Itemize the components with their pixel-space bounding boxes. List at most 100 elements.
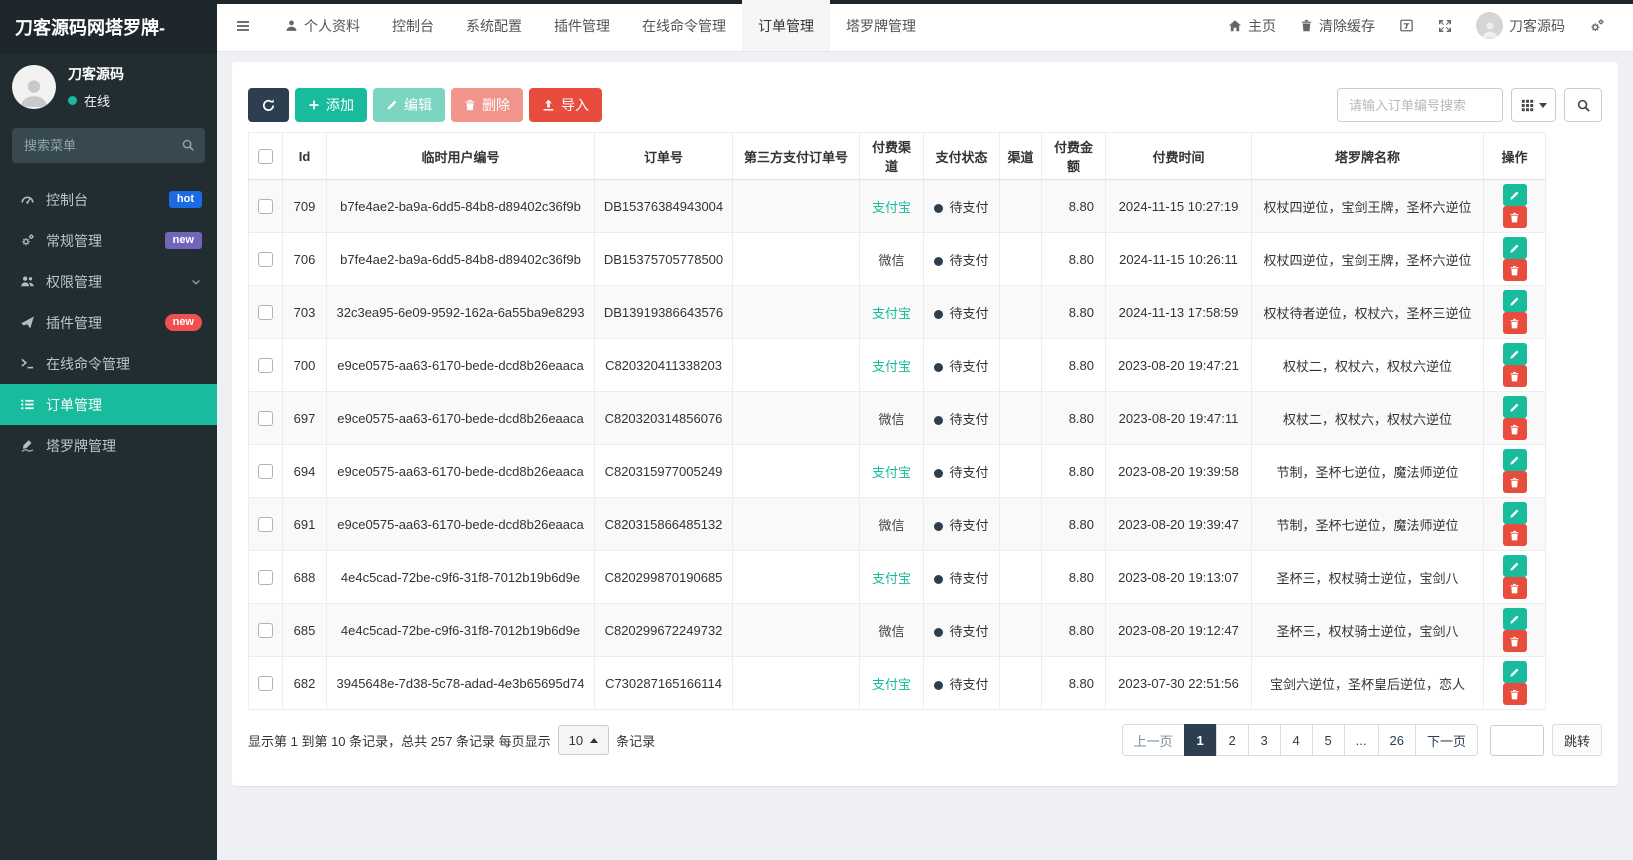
home-icon [1228, 19, 1242, 33]
nav-tab-plugins[interactable]: 插件管理 [538, 0, 626, 51]
row-edit-button[interactable] [1502, 502, 1527, 524]
column-header[interactable]: 订单号 [594, 132, 733, 180]
sidebar-item-tarot[interactable]: 塔罗牌管理 [0, 425, 217, 466]
order-search-input[interactable] [1337, 88, 1503, 122]
page-size-dropdown[interactable]: 10 [557, 725, 610, 755]
column-header[interactable]: 渠道 [999, 132, 1042, 180]
row-checkbox[interactable] [258, 252, 273, 268]
grid-icon [1521, 99, 1534, 112]
row-edit-button[interactable] [1502, 555, 1527, 577]
row-edit-button[interactable] [1502, 184, 1527, 206]
column-header[interactable]: 支付状态 [923, 132, 1000, 180]
add-button[interactable]: 添加 [295, 88, 367, 122]
fullscreen-button[interactable] [1426, 19, 1464, 33]
column-header[interactable]: 付费金额 [1041, 132, 1106, 180]
nav-tab-orders[interactable]: 订单管理 [742, 0, 830, 51]
row-delete-button[interactable] [1502, 365, 1527, 387]
row-delete-button[interactable] [1502, 418, 1527, 440]
column-header[interactable]: 操作 [1483, 132, 1546, 180]
row-delete-button[interactable] [1502, 471, 1527, 493]
row-delete-button[interactable] [1502, 577, 1527, 599]
page-button-2[interactable]: 2 [1215, 724, 1249, 756]
settings-button[interactable] [1577, 18, 1617, 34]
column-header[interactable]: Id [282, 132, 327, 180]
row-edit-button[interactable] [1502, 661, 1527, 683]
page-button-1[interactable]: 1 [1183, 724, 1217, 756]
prev-page-button[interactable]: 上一页 [1121, 724, 1185, 756]
nav-tab-tarot[interactable]: 塔罗牌管理 [830, 0, 932, 51]
row-edit-button[interactable] [1502, 290, 1527, 312]
page-button-4[interactable]: 4 [1279, 724, 1313, 756]
menu-search-input[interactable] [12, 128, 205, 163]
next-page-button[interactable]: 下一页 [1414, 724, 1478, 756]
column-header[interactable]: 付费时间 [1105, 132, 1252, 180]
row-delete-button[interactable] [1502, 206, 1527, 228]
column-header[interactable]: 塔罗牌名称 [1251, 132, 1484, 180]
row-checkbox[interactable] [258, 358, 273, 374]
row-checkbox[interactable] [258, 676, 273, 692]
row-delete-button[interactable] [1502, 524, 1527, 546]
row-edit-button[interactable] [1502, 396, 1527, 418]
jump-button[interactable]: 跳转 [1551, 724, 1602, 756]
row-delete-button[interactable] [1502, 259, 1527, 281]
page-button-26[interactable]: 26 [1377, 724, 1416, 756]
cell-third-party-no [732, 656, 860, 710]
sidebar-item-permissions[interactable]: 权限管理 [0, 261, 217, 302]
columns-dropdown-button[interactable] [1511, 88, 1556, 122]
page-button-...[interactable]: ... [1343, 724, 1379, 756]
row-edit-button[interactable] [1502, 343, 1527, 365]
row-checkbox[interactable] [258, 199, 273, 215]
cell-pay-channel: 支付宝 [871, 358, 911, 374]
row-checkbox[interactable] [258, 570, 273, 586]
refresh-button[interactable] [248, 88, 289, 122]
row-edit-button[interactable] [1502, 449, 1527, 471]
row-delete-button[interactable] [1502, 312, 1527, 334]
sidebar-item-orders[interactable]: 订单管理 [0, 384, 217, 425]
row-checkbox[interactable] [258, 464, 273, 480]
clear-cache-button[interactable]: 清除缓存 [1288, 16, 1387, 36]
column-header[interactable]: 第三方支付订单号 [732, 132, 860, 180]
cell-tarot-names: 圣杯三，权杖骑士逆位，宝剑八 [1251, 550, 1484, 604]
cell-order-no: DB15376384943004 [594, 179, 733, 233]
hamburger-icon [235, 18, 251, 34]
row-checkbox[interactable] [258, 411, 273, 427]
row-delete-button[interactable] [1502, 630, 1527, 652]
table-row: 685 4e4c5cad-72be-c9f6-31f8-7012b19b6d9e… [248, 603, 1546, 657]
sidebar-item-general[interactable]: 常规管理 new [0, 220, 217, 261]
import-button[interactable]: 导入 [529, 88, 602, 122]
jump-page-input[interactable] [1489, 724, 1544, 756]
column-header[interactable]: 临时用户编号 [326, 132, 595, 180]
nav-tab-profile[interactable]: 个人资料 [269, 0, 376, 51]
sidebar-item-plugins[interactable]: 插件管理 new [0, 302, 217, 343]
sidebar-toggle-button[interactable] [217, 0, 269, 51]
nav-tab-system-config[interactable]: 系统配置 [450, 0, 538, 51]
table-row: 706 b7fe4ae2-ba9a-6dd5-84b8-d89402c36f9b… [248, 232, 1546, 286]
cell-tarot-names: 权杖二，权杖六，权杖六逆位 [1251, 338, 1484, 392]
cell-sub-channel [999, 285, 1042, 339]
cell-sub-channel [999, 497, 1042, 551]
row-edit-button[interactable] [1502, 237, 1527, 259]
language-button[interactable] [1387, 18, 1426, 33]
row-checkbox[interactable] [258, 517, 273, 533]
status-dot-icon [934, 415, 944, 425]
home-link[interactable]: 主页 [1216, 16, 1288, 36]
table-row: 697 e9ce0575-aa63-6170-bede-dcd8b26eaaca… [248, 391, 1546, 445]
pencil-icon [1509, 455, 1520, 466]
nav-tab-commands[interactable]: 在线命令管理 [626, 0, 742, 51]
row-checkbox[interactable] [258, 623, 273, 639]
cell-pay-time: 2023-07-30 22:51:56 [1105, 656, 1252, 710]
page-button-3[interactable]: 3 [1247, 724, 1281, 756]
search-button[interactable] [1564, 88, 1602, 122]
row-delete-button[interactable] [1502, 683, 1527, 705]
nav-tab-console[interactable]: 控制台 [376, 0, 450, 51]
delete-button[interactable]: 删除 [451, 88, 523, 122]
sidebar-item-commands[interactable]: 在线命令管理 [0, 343, 217, 384]
column-header[interactable]: 付费渠道 [859, 132, 924, 180]
user-menu[interactable]: 刀客源码 [1464, 12, 1577, 39]
sidebar-item-console[interactable]: 控制台 hot [0, 179, 217, 220]
row-checkbox[interactable] [258, 305, 273, 321]
page-button-5[interactable]: 5 [1311, 724, 1345, 756]
row-edit-button[interactable] [1502, 608, 1527, 630]
edit-button[interactable]: 编辑 [373, 88, 445, 122]
select-all-checkbox[interactable] [258, 149, 273, 165]
